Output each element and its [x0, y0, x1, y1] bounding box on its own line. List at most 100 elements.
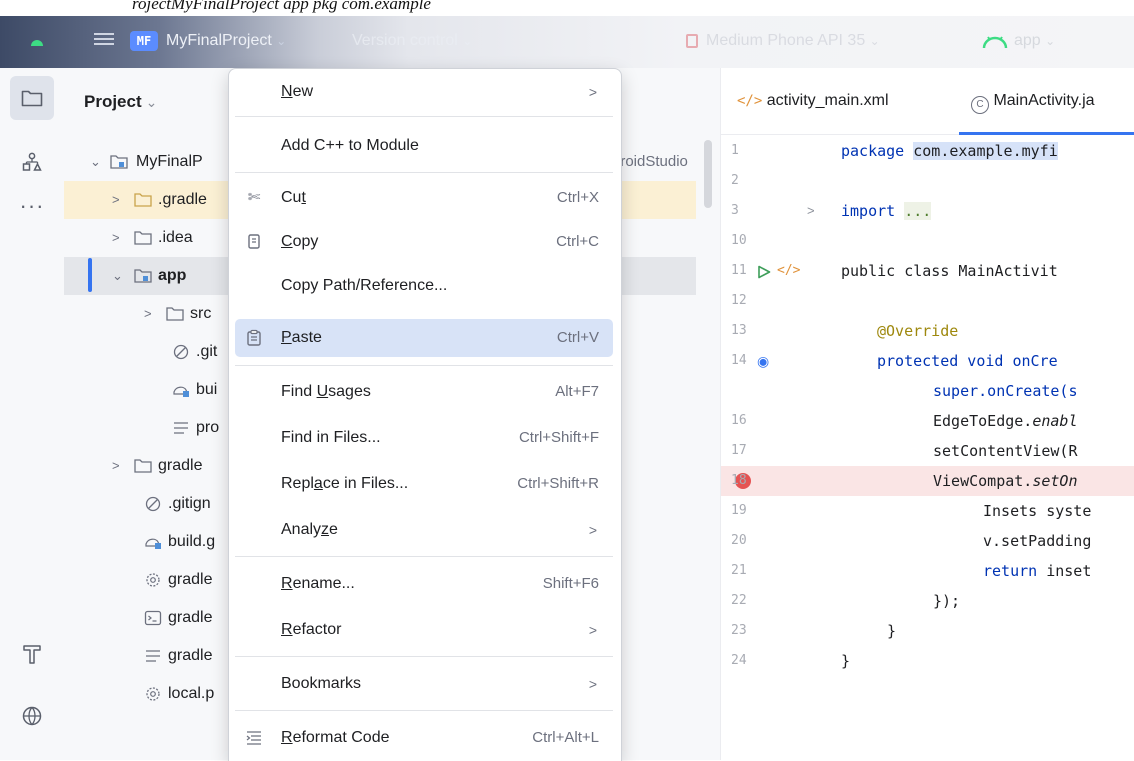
menu-shortcut: Shift+F6 [542, 575, 599, 592]
device-selector[interactable]: Medium Phone API 35 ⌄ [706, 31, 880, 51]
project-scrollbar[interactable] [704, 140, 712, 208]
tab-main-activity[interactable]: C MainActivity.ja [959, 68, 1134, 135]
tree-label: gradle [168, 647, 213, 664]
reformat-icon [246, 731, 261, 745]
code-line-17[interactable]: setContentView(R [933, 436, 1078, 466]
menu-item-cut[interactable]: ✄ Cut Ctrl+X [235, 179, 613, 217]
tab-label: MainActivity.ja [993, 92, 1095, 109]
menu-item-replace-in-files[interactable]: Replace in Files... Ctrl+Shift+R [235, 465, 613, 503]
menu-item-rename[interactable]: Rename... Shift+F6 [235, 565, 613, 603]
text-file-icon [146, 650, 160, 662]
chevron-down-icon[interactable]: ⌄ [90, 143, 101, 181]
menu-separator [235, 656, 613, 657]
folded-imports[interactable]: ... [904, 202, 932, 220]
menu-item-new[interactable]: New > [235, 73, 613, 111]
menu-item-bookmarks[interactable]: Bookmarks > [235, 665, 613, 703]
tree-label: pro [196, 419, 220, 436]
paste-icon [247, 329, 261, 346]
fold-arrow-icon[interactable]: > [807, 196, 815, 226]
tab-activity-main[interactable]: </> activity_main.xml [737, 68, 889, 134]
more-icon: ··· [19, 193, 45, 218]
code-line-19[interactable]: Insets syste [983, 496, 1091, 526]
menu-shortcut: Ctrl+C [556, 233, 599, 250]
services-tool-button[interactable] [10, 694, 54, 738]
chevron-down-icon[interactable]: ⌄ [112, 257, 123, 295]
menu-item-add-cpp[interactable]: Add C++ to Module [235, 127, 613, 165]
menu-separator [235, 365, 613, 366]
project-selector[interactable]: MyFinalProject ⌄ [166, 31, 286, 51]
code-line-11[interactable]: public class MainActivit [841, 256, 1058, 286]
chevron-right-icon[interactable]: > [144, 295, 152, 333]
version-control-menu[interactable]: Version control ⌄ [352, 31, 472, 51]
chevron-right-icon[interactable]: > [112, 181, 120, 219]
copy-icon [248, 234, 260, 249]
project-badge[interactable]: MF [130, 31, 158, 51]
code-line-18[interactable]: ViewCompat.setOn [933, 466, 1078, 496]
menu-shortcut: Ctrl+Shift+F [518, 429, 599, 446]
code-selection: com.example.myfi [913, 142, 1058, 160]
menu-separator [235, 116, 613, 117]
menu-item-analyze[interactable]: Analyze > [235, 511, 613, 549]
ignore-file-icon [173, 344, 189, 360]
xml-layout-gutter-icon[interactable]: </> [777, 256, 800, 286]
menu-item-reformat-code[interactable]: Reformat Code Ctrl+Alt+L [235, 719, 613, 757]
tool-window-strip: ··· [0, 68, 65, 760]
code-line-1[interactable]: package com.example.myfi [841, 136, 1058, 166]
settings-file-icon [146, 687, 160, 701]
code-line-22[interactable]: }); [933, 586, 960, 616]
module-folder-icon [110, 155, 128, 169]
line-number: 3 [731, 203, 739, 218]
tree-label: gradle [168, 609, 213, 626]
project-tool-button[interactable] [10, 76, 54, 120]
menu-item-find-in-files[interactable]: Find in Files... Ctrl+Shift+F [235, 419, 613, 457]
chevron-right-icon[interactable]: > [112, 447, 120, 485]
menu-item-label: Add C++ to Module [281, 137, 419, 154]
code-line-20[interactable]: v.setPadding [983, 526, 1091, 556]
structure-tool-button[interactable] [10, 140, 54, 184]
context-menu: New > Add C++ to Module ✄ Cut Ctrl+X Cop… [228, 68, 622, 761]
menu-item-paste[interactable]: Paste Ctrl+V [235, 319, 613, 357]
menu-shortcut: Ctrl+V [556, 329, 599, 346]
chevron-right-icon: > [588, 622, 597, 638]
line-number: 17 [731, 443, 747, 458]
menu-item-copy-path[interactable]: Copy Path/Reference... [235, 267, 613, 305]
code-line-13[interactable]: @Override [877, 316, 958, 346]
override-gutter-icon[interactable]: ◉ [757, 346, 769, 376]
menu-item-refactor[interactable]: Refactor > [235, 611, 613, 649]
code-line-21[interactable]: return inset [983, 556, 1091, 586]
code-class: ViewCompat. [933, 472, 1033, 490]
more-tools-button[interactable]: ··· [10, 184, 54, 228]
code-line-15[interactable]: super.onCreate(s [933, 376, 1078, 406]
chevron-down-icon: ⌄ [1045, 34, 1056, 48]
menu-item-label: Paste [281, 329, 322, 346]
chevron-right-icon[interactable]: > [112, 219, 120, 257]
menu-item-label: Cut [281, 189, 306, 206]
code-line-14[interactable]: protected void onCre [877, 346, 1058, 376]
build-tool-button[interactable] [10, 632, 54, 676]
gradle-file-icon [145, 538, 161, 549]
code-line-3[interactable]: import ... [841, 196, 932, 226]
menu-separator [235, 172, 613, 173]
tree-label: build.g [168, 533, 216, 550]
project-panel-title: Project [84, 92, 142, 111]
editor-tabs: </> activity_main.xml C MainActivity.ja [721, 68, 1134, 135]
run-config-selector[interactable]: app ⌄ [1014, 31, 1055, 51]
project-view-selector[interactable]: Project ⌄ [84, 88, 157, 116]
line-number: 18 [731, 473, 747, 488]
code-line-23[interactable]: } [887, 616, 896, 646]
code-line-24[interactable]: } [841, 646, 850, 676]
line-number: 23 [731, 623, 747, 638]
text-file-icon [174, 422, 188, 434]
code-editor: </> activity_main.xml C MainActivity.ja … [720, 68, 1134, 760]
main-menu-icon[interactable] [94, 30, 114, 50]
chevron-right-icon: > [588, 84, 597, 100]
run-gutter-icon[interactable] [757, 265, 771, 279]
root-path-fragment: droidStudio [612, 153, 688, 170]
globe-icon [22, 706, 42, 726]
menu-separator [235, 556, 613, 557]
menu-item-find-usages[interactable]: Find Usages Alt+F7 [235, 373, 613, 411]
code-line-16[interactable]: EdgeToEdge.enabl [933, 406, 1078, 436]
menu-item-copy[interactable]: Copy Ctrl+C [235, 223, 613, 261]
line-number: 1 [731, 143, 739, 158]
menu-shortcut: Ctrl+Shift+R [517, 475, 599, 492]
